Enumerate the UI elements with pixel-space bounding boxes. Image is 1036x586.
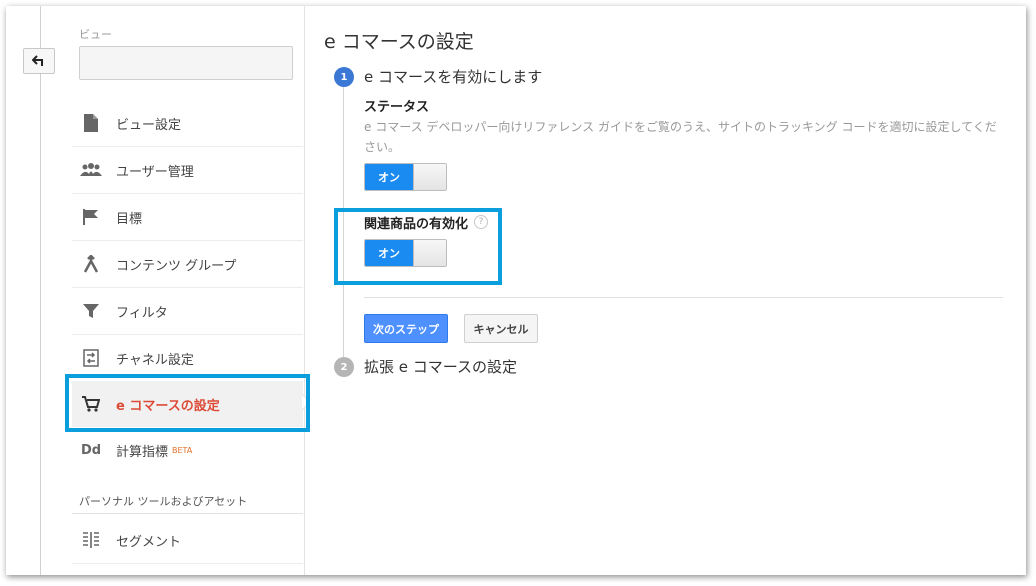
sidebar-item-content-groups[interactable]: コンテンツ グループ <box>72 241 303 288</box>
sidebar-item-user-management[interactable]: ユーザー管理 <box>72 147 303 194</box>
page-title: e コマースの設定 <box>324 31 474 53</box>
sidebar-item-label: セグメント <box>116 534 182 550</box>
sidebar-item-label: コンテンツ グループ <box>116 258 237 274</box>
sidebar-item-label: ビュー設定 <box>116 117 182 133</box>
step-connector <box>343 86 344 366</box>
step-1-title: e コマースを有効にします <box>364 68 543 86</box>
section-divider <box>72 513 303 514</box>
step-2-title[interactable]: 拡張 e コマースの設定 <box>364 356 517 377</box>
beta-badge: BETA <box>172 445 193 455</box>
sidebar-item-label: ユーザー管理 <box>116 164 194 180</box>
segment-icon <box>80 532 102 548</box>
view-select[interactable] <box>79 46 293 80</box>
step-2-badge: 2 <box>334 357 354 377</box>
users-icon <box>80 163 102 177</box>
sidebar-item-segments[interactable]: セグメント <box>72 517 303 564</box>
cart-icon <box>80 396 102 412</box>
filter-icon <box>80 303 102 319</box>
back-button[interactable] <box>23 48 55 74</box>
document-icon <box>80 114 102 132</box>
sidebar-item-goals[interactable]: 目標 <box>72 194 303 241</box>
view-label: ビュー <box>79 28 112 41</box>
dd-icon: Dd <box>80 442 102 458</box>
step-1-badge: 1 <box>334 67 354 87</box>
help-icon[interactable]: ? <box>474 215 488 229</box>
sidebar-item-label: 計算指標 <box>116 444 169 460</box>
status-toggle[interactable]: オン <box>364 163 447 191</box>
sidebar-item-label: e コマースの設定 <box>116 398 220 414</box>
gutter-divider <box>40 6 41 575</box>
toggle-on-label: オン <box>365 240 413 266</box>
channel-icon <box>80 349 102 367</box>
status-description: e コマース デベロッパー向けリファレンス ガイドをご覧のうえ、サイトのトラッキ… <box>364 120 997 154</box>
sidebar-item-label: 目標 <box>116 211 143 227</box>
next-step-button[interactable]: 次のステップ <box>364 314 448 343</box>
main-content: e コマースの設定 1 e コマースを有効にします ステータス e コマース デ… <box>304 6 1026 575</box>
cancel-button[interactable]: キャンセル <box>464 314 538 343</box>
sidebar: ビュー ビュー設定 ユーザー管理 目標 コンテンツ グループ フィルタ チャネル… <box>58 6 310 575</box>
content-group-icon <box>80 255 102 273</box>
window: ビュー ビュー設定 ユーザー管理 目標 コンテンツ グループ フィルタ チャネル… <box>6 6 1026 575</box>
sidebar-item-label: チャネル設定 <box>116 352 194 368</box>
sidebar-item-calculated-metrics[interactable]: Dd 計算指標 BETA <box>72 427 303 473</box>
divider <box>364 297 1003 298</box>
flag-icon <box>80 209 102 225</box>
related-products-toggle[interactable]: オン <box>364 239 447 267</box>
sidebar-item-ecommerce-settings[interactable]: e コマースの設定 <box>72 381 303 427</box>
sidebar-item-label: フィルタ <box>116 305 168 321</box>
toggle-on-label: オン <box>365 164 413 190</box>
toggle-knob <box>413 164 446 190</box>
sidebar-item-filters[interactable]: フィルタ <box>72 288 303 335</box>
related-products-label: 関連商品の有効化 <box>364 217 469 232</box>
section-title: パーソナル ツールおよびアセット <box>79 495 248 508</box>
back-arrow-icon <box>31 52 46 71</box>
status-label: ステータス <box>364 100 430 115</box>
toggle-knob <box>413 240 446 266</box>
sidebar-item-channel-settings[interactable]: チャネル設定 <box>72 335 303 382</box>
sidebar-item-view-settings[interactable]: ビュー設定 <box>72 100 303 147</box>
